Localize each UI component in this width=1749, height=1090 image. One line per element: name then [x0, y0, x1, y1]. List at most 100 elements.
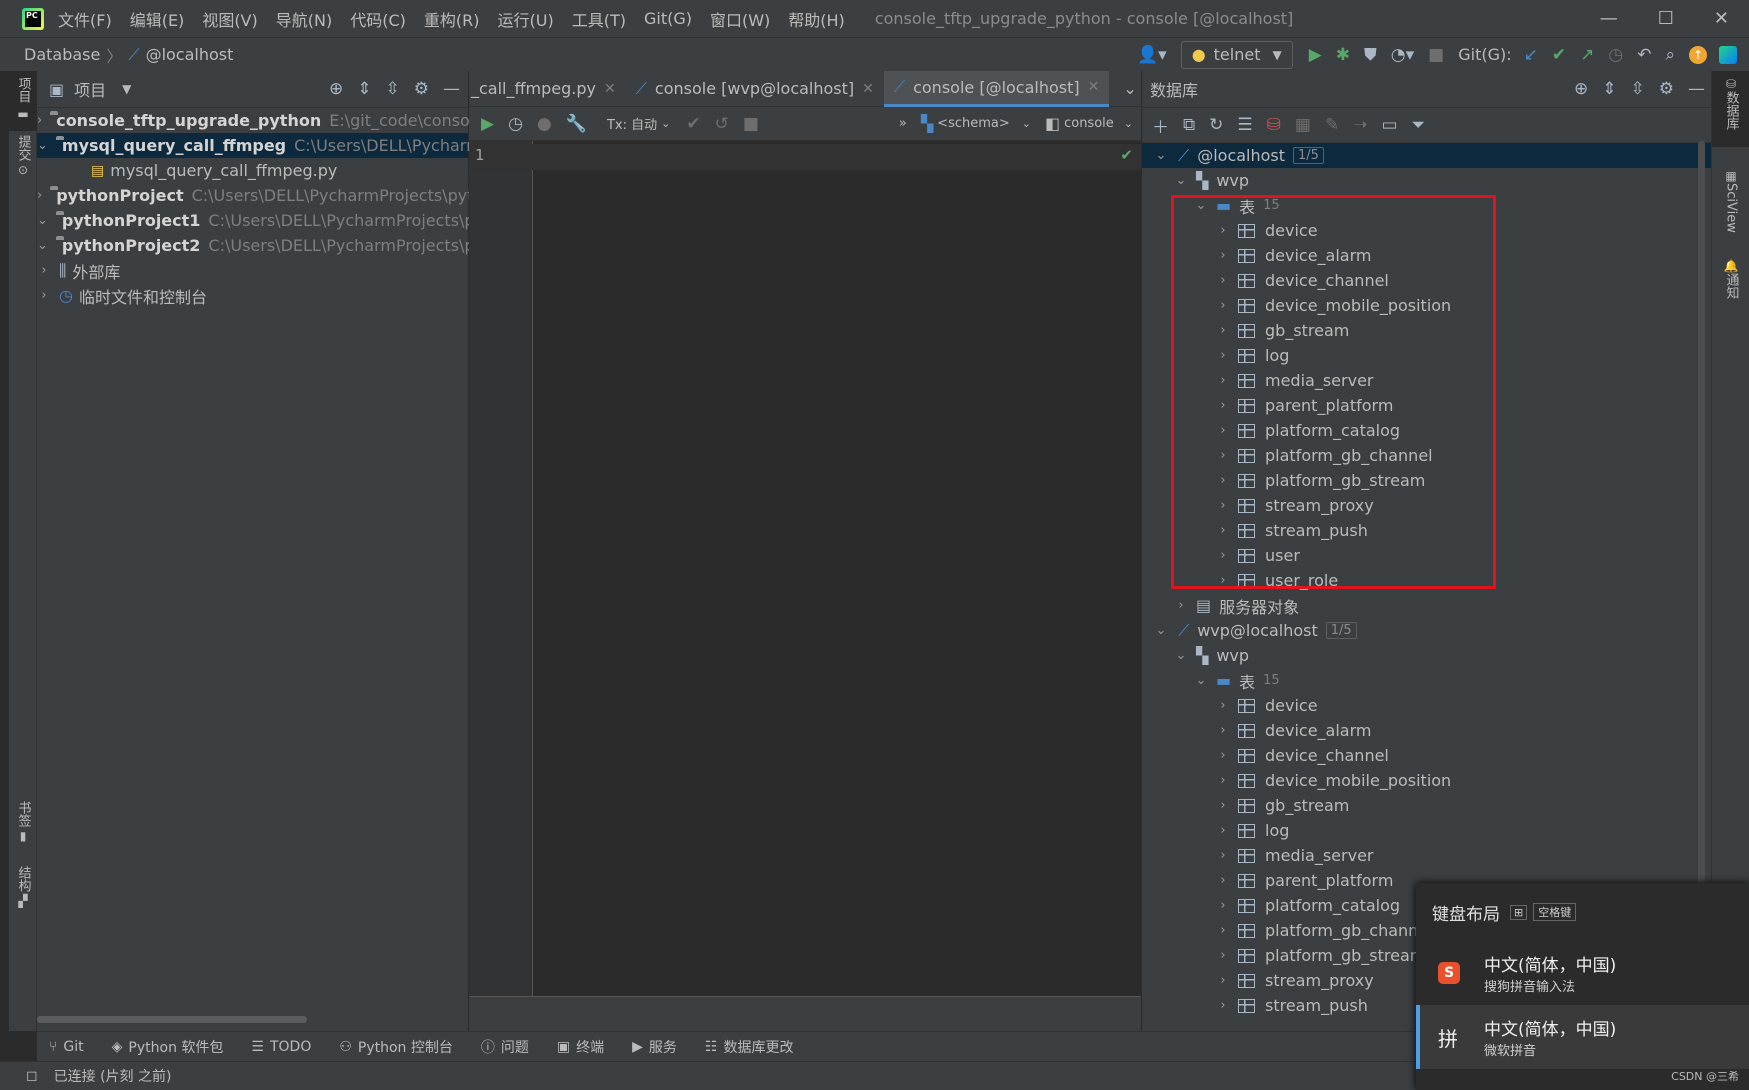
- run-config-dropdown[interactable]: ● telnet ▼: [1180, 40, 1293, 69]
- chevron-down-icon[interactable]: ▼: [122, 82, 131, 96]
- tool-problems[interactable]: ⓘ 问题: [481, 1037, 529, 1057]
- git-commit-icon[interactable]: ✔: [1552, 45, 1566, 65]
- chevron-down-icon[interactable]: ⌄: [37, 238, 48, 253]
- chevron-down-icon[interactable]: ⌄: [1174, 173, 1188, 188]
- menu-refactor[interactable]: 重构(R): [424, 7, 480, 31]
- tree-item-host[interactable]: ⌄ ⟋ wvp@localhost 1/5: [1142, 618, 1711, 643]
- add-icon[interactable]: ＋: [1152, 113, 1169, 138]
- chevron-right-icon[interactable]: ›: [37, 263, 51, 278]
- tab-py-file[interactable]: _call_ffmpeg.py ✕: [469, 71, 626, 107]
- tree-item[interactable]: › ⫼ 外部库: [37, 258, 468, 283]
- notify-tool-button[interactable]: 🔔 通知: [1712, 259, 1749, 299]
- menu-view[interactable]: 视图(V): [202, 7, 257, 31]
- code-editor[interactable]: [533, 141, 1141, 996]
- menu-window[interactable]: 窗口(W): [710, 7, 770, 31]
- tree-item[interactable]: ⌄ mysql_query_call_ffmpeg C:\Users\DELL\…: [37, 133, 491, 158]
- sciview-tool-button[interactable]: ▦ SciView: [1712, 169, 1749, 233]
- history-icon[interactable]: ◷: [508, 114, 523, 134]
- tree-item[interactable]: › console_tftp_upgrade_python E:\git_cod…: [37, 108, 484, 133]
- tree-item-tables-folder[interactable]: ⌄ ▬ 表 15: [1142, 668, 1711, 693]
- menu-git[interactable]: Git(G): [644, 9, 692, 28]
- close-icon[interactable]: ✕: [604, 81, 616, 97]
- chevron-right-icon[interactable]: ›: [1216, 873, 1230, 888]
- chevron-right-icon[interactable]: ›: [1216, 698, 1230, 713]
- chevron-right-icon[interactable]: ›: [1216, 798, 1230, 813]
- chevron-right-icon[interactable]: ›: [37, 113, 42, 128]
- tree-item[interactable]: › ◷ 临时文件和控制台: [37, 283, 468, 308]
- disconnect-icon[interactable]: ⛁: [1267, 115, 1281, 135]
- rollback-icon[interactable]: ↺: [715, 114, 729, 134]
- chevron-down-icon[interactable]: ⌄: [1123, 79, 1136, 98]
- collapse-all-icon[interactable]: ⇳: [386, 79, 400, 99]
- chevron-down-icon[interactable]: ⌄: [1194, 673, 1208, 688]
- refresh-icon[interactable]: ↻: [1209, 115, 1223, 135]
- git-update-icon[interactable]: ↙: [1524, 45, 1538, 65]
- more-chevron-icon[interactable]: »: [899, 116, 907, 131]
- jump-icon[interactable]: ➝: [1353, 115, 1367, 135]
- ime-option[interactable]: 拼 中文(简体，中国) 微软拼音: [1416, 1005, 1749, 1069]
- tree-item-schema[interactable]: ⌄ ▚ wvp: [1142, 168, 1711, 193]
- gear-icon[interactable]: ⚙: [1659, 79, 1674, 99]
- tx-mode-dropdown[interactable]: Tx: 自动: [607, 114, 657, 133]
- tree-item-table[interactable]: › log: [1142, 818, 1711, 843]
- filter-icon[interactable]: ⏷: [1412, 115, 1426, 135]
- search-icon[interactable]: ⌕: [1665, 45, 1675, 65]
- close-icon[interactable]: ✕: [862, 81, 874, 97]
- rollback-icon[interactable]: ↶: [1637, 45, 1651, 65]
- menu-file[interactable]: 文件(F): [58, 7, 112, 31]
- locate-icon[interactable]: ⊕: [1574, 79, 1588, 99]
- debug-icon[interactable]: ✱: [1336, 45, 1350, 65]
- tool-python-packages[interactable]: ◈ Python 软件包: [112, 1037, 224, 1057]
- profile-icon[interactable]: ◔▾: [1391, 45, 1414, 65]
- layout-icon[interactable]: ◻: [26, 1068, 38, 1084]
- chevron-down-icon[interactable]: ⌄: [37, 213, 48, 228]
- tree-item-table[interactable]: › device: [1142, 693, 1711, 718]
- database-tool-button[interactable]: ⛁ 数据库: [1712, 71, 1749, 147]
- user-icon[interactable]: 👤▾: [1137, 45, 1167, 65]
- table-icon[interactable]: ▦: [1295, 115, 1311, 135]
- wrench-icon[interactable]: 🔧: [566, 114, 587, 134]
- chevron-right-icon[interactable]: ›: [1216, 948, 1230, 963]
- breadcrumb-host[interactable]: @localhost: [146, 45, 234, 64]
- tree-item[interactable]: ▤ mysql_query_call_ffmpeg.py: [37, 158, 468, 183]
- update-icon[interactable]: ↑: [1689, 45, 1707, 64]
- ime-option[interactable]: S 中文(简体，中国) 搜狗拼音输入法: [1416, 941, 1749, 1005]
- locate-icon[interactable]: ⊕: [329, 79, 343, 99]
- tree-item-table[interactable]: › device_mobile_position: [1142, 768, 1711, 793]
- execute-icon[interactable]: ▶: [481, 114, 494, 134]
- tab-console-wvp[interactable]: ⟋ console [wvp@localhost] ✕: [626, 71, 884, 107]
- tree-item-table[interactable]: › gb_stream: [1142, 793, 1711, 818]
- history-icon[interactable]: ◷: [1608, 45, 1623, 65]
- jetbrains-icon[interactable]: [1719, 45, 1737, 64]
- chevron-right-icon[interactable]: ›: [37, 288, 51, 303]
- ql-console-icon[interactable]: ▭: [1381, 115, 1397, 135]
- commit-check-icon[interactable]: ✔: [686, 114, 700, 134]
- hide-icon[interactable]: —: [443, 79, 460, 99]
- menu-code[interactable]: 代码(C): [350, 7, 406, 31]
- stop-icon[interactable]: ■: [743, 114, 759, 134]
- chevron-right-icon[interactable]: ›: [1174, 598, 1188, 613]
- project-tool-button[interactable]: 项目 ▬: [9, 71, 37, 131]
- hide-icon[interactable]: —: [1688, 79, 1705, 99]
- coverage-icon[interactable]: ⛊: [1364, 45, 1377, 65]
- edit-icon[interactable]: ✎: [1325, 115, 1339, 135]
- copy-icon[interactable]: ⧉: [1183, 115, 1195, 135]
- commit-tool-button[interactable]: 提交 ⊙: [9, 135, 37, 177]
- breadcrumb-database[interactable]: Database: [24, 45, 100, 64]
- collapse-all-icon[interactable]: ⇳: [1631, 79, 1645, 99]
- menu-tools[interactable]: 工具(T): [572, 7, 626, 31]
- tree-item[interactable]: › pythonProject C:\Users\DELL\PycharmPro…: [37, 183, 484, 208]
- tool-python-console[interactable]: ⚇ Python 控制台: [339, 1037, 453, 1057]
- chevron-right-icon[interactable]: ›: [1216, 748, 1230, 763]
- project-panel-title[interactable]: 项目: [74, 77, 106, 101]
- chevron-right-icon[interactable]: ›: [1216, 823, 1230, 838]
- chevron-right-icon[interactable]: ›: [37, 188, 42, 203]
- session-selector[interactable]: console: [1064, 116, 1114, 131]
- schema-selector[interactable]: <schema>: [937, 116, 1010, 131]
- chevron-down-icon[interactable]: ⌄: [1154, 623, 1168, 638]
- menu-edit[interactable]: 编辑(E): [130, 7, 185, 31]
- chevron-right-icon[interactable]: ›: [1216, 848, 1230, 863]
- menu-run[interactable]: 运行(U): [498, 7, 554, 31]
- horizontal-scrollbar[interactable]: [37, 1016, 307, 1023]
- run-icon[interactable]: ▶: [1309, 45, 1322, 65]
